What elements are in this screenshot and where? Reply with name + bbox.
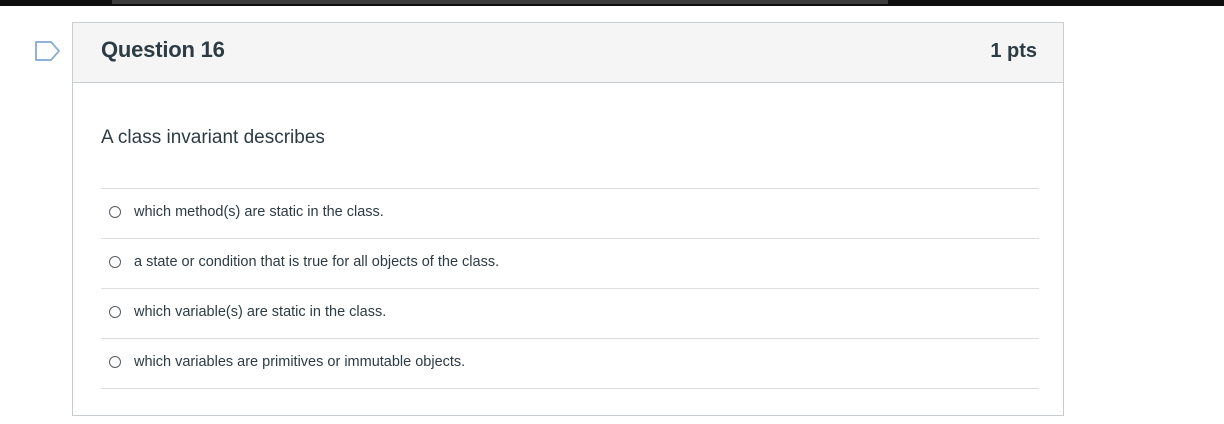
answer-option[interactable]: which variables are primitives or immuta… [101, 339, 1039, 389]
question-points: 1 pts [990, 40, 1037, 62]
answer-option[interactable]: a state or condition that is true for al… [101, 239, 1039, 289]
bookmark-flag-icon[interactable] [34, 40, 62, 62]
radio-button-icon[interactable] [109, 256, 121, 268]
answer-option[interactable]: which method(s) are static in the class. [101, 189, 1039, 239]
answer-label[interactable]: which variable(s) are static in the clas… [134, 304, 386, 320]
previous-content-edge [112, 0, 888, 4]
quiz-page: Question 16 1 pts A class invariant desc… [0, 0, 1224, 424]
flag-shape [35, 41, 60, 61]
radio-button-icon[interactable] [109, 306, 121, 318]
radio-button-icon[interactable] [109, 206, 121, 218]
answer-label[interactable]: which variables are primitives or immuta… [134, 354, 465, 370]
answer-label[interactable]: which method(s) are static in the class. [134, 204, 384, 220]
previous-content-strip [0, 0, 1224, 6]
question-header: Question 16 1 pts [73, 23, 1063, 83]
question-card: Question 16 1 pts A class invariant desc… [72, 22, 1064, 416]
answer-list: which method(s) are static in the class.… [101, 188, 1039, 389]
question-text: A class invariant describes [101, 127, 325, 148]
answer-label[interactable]: a state or condition that is true for al… [134, 254, 499, 270]
answer-option[interactable]: which variable(s) are static in the clas… [101, 289, 1039, 339]
question-title: Question 16 [101, 37, 225, 62]
radio-button-icon[interactable] [109, 356, 121, 368]
